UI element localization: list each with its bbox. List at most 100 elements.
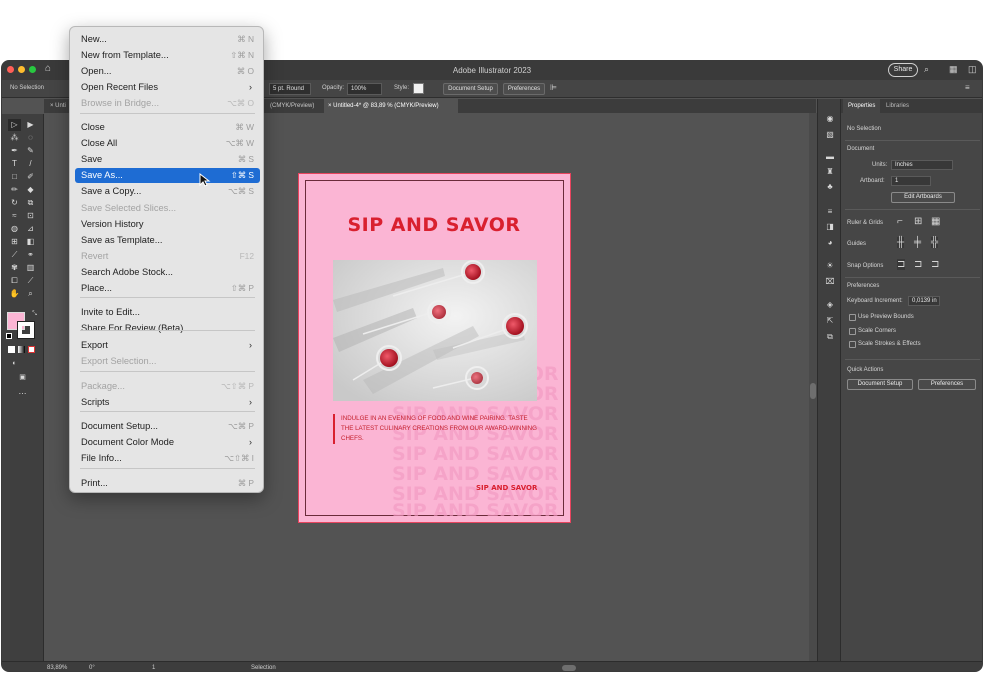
rotate-tool-icon[interactable]: ↻ — [8, 197, 21, 209]
stroke-panel-icon[interactable]: ≡ — [824, 206, 836, 217]
menu-item-place[interactable]: Place... ⇧⌘ P — [75, 281, 260, 296]
shaper-tool-icon[interactable]: ✏ — [8, 184, 21, 196]
panel-menu-icon[interactable]: ≡ — [965, 83, 970, 92]
menu-item-new[interactable]: New... ⌘ N — [75, 32, 260, 47]
lasso-tool-icon[interactable]: ◌ — [24, 132, 37, 144]
menu-item-export[interactable]: Export › — [75, 338, 260, 353]
slice-tool-icon[interactable]: ⟋ — [24, 275, 37, 287]
menu-item-save-a-copy[interactable]: Save a Copy... ⌥⌘ S — [75, 184, 260, 199]
menu-item-document-color-mode[interactable]: Document Color Mode › — [75, 435, 260, 450]
free-transform-tool-icon[interactable]: ⊡ — [24, 210, 37, 222]
arrange-icon[interactable]: ◫ — [968, 64, 977, 75]
eyedropper-tool-icon[interactable]: ⟋ — [8, 249, 21, 261]
share-button[interactable]: Share — [888, 63, 918, 77]
units-select[interactable]: Inches — [891, 160, 953, 170]
horizontal-scroll-thumb[interactable] — [562, 665, 576, 671]
tab-untitled-4[interactable]: × Untitled-4* @ 83,89 % (CMYK/Preview) — [324, 99, 458, 113]
line-tool-icon[interactable]: / — [24, 158, 37, 170]
type-tool-icon[interactable]: T — [8, 158, 21, 170]
menu-item-open[interactable]: Open... ⌘ O — [75, 64, 260, 79]
width-tool-icon[interactable]: ≈ — [8, 210, 21, 222]
smart-guides-icon[interactable]: ╬ — [931, 237, 939, 248]
artboards-panel-icon[interactable]: ⧉ — [824, 331, 836, 342]
paintbrush-tool-icon[interactable]: ✐ — [24, 171, 37, 183]
menu-item-print[interactable]: Print... ⌘ P — [75, 476, 260, 491]
transparency-panel-icon[interactable]: ◕ — [824, 237, 836, 248]
color-mode-icon[interactable] — [8, 346, 15, 353]
pen-tool-icon[interactable]: ✒ — [8, 145, 21, 157]
gradient-tool-icon[interactable]: ◧ — [24, 236, 37, 248]
snap-to-grid-icon[interactable]: ⊐ — [914, 259, 922, 270]
wine-glasses-photo[interactable] — [333, 260, 537, 401]
menu-item-search-adobe-stock[interactable]: Search Adobe Stock... — [75, 265, 260, 280]
scale-corners-checkbox[interactable] — [849, 328, 856, 335]
image-panel-icon[interactable]: ▬ — [824, 151, 836, 162]
brush-panel-icon[interactable]: ♜ — [824, 166, 836, 177]
zoom-tool-icon[interactable]: ⌕ — [24, 288, 37, 300]
document-setup-button[interactable]: Document Setup — [443, 83, 498, 95]
blend-tool-icon[interactable]: ⚭ — [24, 249, 37, 261]
menu-item-scripts[interactable]: Scripts › — [75, 395, 260, 410]
export-panel-icon[interactable]: ⇱ — [824, 315, 836, 326]
menu-item-open-recent-files[interactable]: Open Recent Files › — [75, 80, 260, 95]
graphic-styles-panel-icon[interactable]: ⌧ — [824, 276, 836, 287]
ruler-icon[interactable]: ⌐ — [897, 216, 903, 227]
menu-item-export-selection[interactable]: Export Selection... — [75, 354, 260, 369]
more-tools-icon[interactable]: ⋯ — [16, 388, 29, 400]
direct-selection-tool-icon[interactable]: ▶ — [24, 119, 37, 131]
show-guides-icon[interactable]: ╫ — [897, 237, 905, 248]
scale-tool-icon[interactable]: ⧉ — [24, 197, 37, 209]
none-mode-icon[interactable] — [28, 346, 35, 353]
menu-item-save-as-template[interactable]: Save as Template... — [75, 233, 260, 248]
artboard-navigator[interactable]: 1 — [152, 665, 155, 671]
use-preview-bounds-checkbox[interactable] — [849, 314, 856, 321]
symbols-panel-icon[interactable]: ♣ — [824, 181, 836, 192]
stroke-profile-select[interactable]: 5 pt. Round — [269, 83, 311, 95]
opacity-input[interactable]: 100% — [347, 83, 382, 95]
tab-properties[interactable]: Properties — [843, 99, 881, 113]
align-icon[interactable]: ⊫ — [550, 83, 557, 92]
curvature-tool-icon[interactable]: ✎ — [24, 145, 37, 157]
edit-artboards-button[interactable]: Edit Artboards — [891, 192, 955, 203]
column-graph-tool-icon[interactable]: ▥ — [24, 262, 37, 274]
default-colors-icon[interactable] — [6, 333, 12, 339]
menu-item-new-from-template[interactable]: New from Template... ⇧⌘ N — [75, 48, 260, 63]
keyboard-increment-input[interactable]: 0,0139 in — [908, 296, 940, 306]
menu-item-browse-in-bridge[interactable]: Browse in Bridge... ⌥⌘ O — [75, 96, 260, 111]
preferences-button[interactable]: Preferences — [503, 83, 545, 95]
magic-wand-tool-icon[interactable]: ⁂ — [8, 132, 21, 144]
menu-item-share-for-review-beta[interactable]: Share For Review (Beta)... — [75, 321, 260, 336]
shape-builder-tool-icon[interactable]: ◍ — [8, 223, 21, 235]
style-swatch[interactable] — [413, 83, 424, 94]
swap-fill-stroke-icon[interactable]: ⤡ — [28, 308, 41, 320]
menu-item-document-setup[interactable]: Document Setup... ⌥⌘ P — [75, 419, 260, 434]
hand-tool-icon[interactable]: ✋ — [8, 288, 21, 300]
appearance-panel-icon[interactable]: ☀ — [824, 260, 836, 271]
artboard-select[interactable]: 1 — [891, 176, 931, 186]
rectangle-tool-icon[interactable]: □ — [8, 171, 21, 183]
snap-to-point-icon[interactable]: ⊐ — [897, 259, 906, 270]
menu-item-invite-to-edit[interactable]: Invite to Edit... — [75, 305, 260, 320]
mesh-tool-icon[interactable]: ⊞ — [8, 236, 21, 248]
tab-libraries[interactable]: Libraries — [881, 99, 914, 113]
artboard-tool-icon[interactable]: ⧠ — [8, 275, 21, 287]
properties-panel-icon[interactable]: ◉ — [824, 113, 836, 124]
gradient-panel-icon[interactable]: ◨ — [824, 221, 836, 232]
scale-strokes-checkbox[interactable] — [849, 341, 856, 348]
poster-footer-mark[interactable]: SIP AND SAVOR — [476, 484, 546, 492]
menu-item-save-selected-slices[interactable]: Save Selected Slices... — [75, 201, 260, 216]
menu-item-package[interactable]: Package... ⌥⇧⌘ P — [75, 379, 260, 394]
gradient-mode-icon[interactable] — [18, 346, 25, 353]
menu-item-save[interactable]: Save ⌘ S — [75, 152, 260, 167]
zoom-level[interactable]: 83,89% — [47, 665, 67, 671]
layers-panel-icon[interactable]: ◈ — [824, 299, 836, 310]
eraser-tool-icon[interactable]: ◆ — [24, 184, 37, 196]
status-mode[interactable]: Selection — [251, 665, 276, 671]
poster-headline[interactable]: SIP AND SAVOR — [330, 214, 538, 236]
lock-guides-icon[interactable]: ╪ — [914, 237, 921, 248]
menu-item-close-all[interactable]: Close All ⌥⌘ W — [75, 136, 260, 151]
snap-to-pixel-icon[interactable]: ⊐ — [931, 259, 939, 270]
menu-item-file-info[interactable]: File Info... ⌥⇧⌘ I — [75, 451, 260, 466]
tab-cmyk-preview[interactable]: (CMYK/Preview) — [266, 99, 326, 113]
screen-mode-icon[interactable]: ▣ — [16, 372, 29, 384]
